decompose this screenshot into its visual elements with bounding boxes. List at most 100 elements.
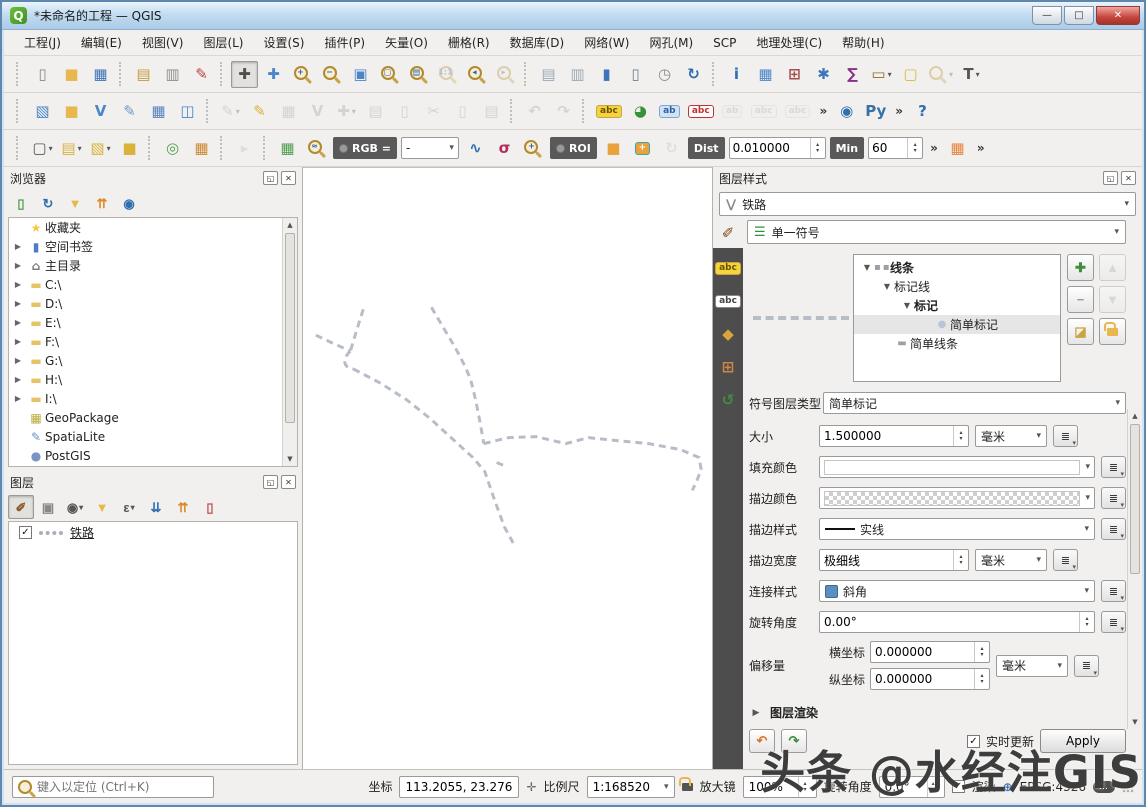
styling-scrollbar[interactable]: ▲ ▼ <box>1127 409 1142 729</box>
menu-item-3[interactable]: 图层(L) <box>193 30 253 55</box>
menu-item-9[interactable]: 网络(W) <box>574 30 639 55</box>
scp-zoom-tool[interactable]: ◎ <box>159 135 186 162</box>
fill-color-picker[interactable]: ▾ <box>819 456 1095 478</box>
labels-tab[interactable]: abc <box>715 258 741 278</box>
crs-label[interactable]: EPSG:4326 <box>1020 780 1086 794</box>
browser-item-I[interactable]: ▶ ▬ I:\ <box>9 389 297 408</box>
map-rotation-value[interactable] <box>884 779 927 794</box>
scp-band-calc[interactable]: ▦ <box>944 135 971 162</box>
scroll-thumb[interactable] <box>1130 424 1140 574</box>
filter-legend[interactable]: ▼ <box>89 495 115 519</box>
collapse-arrow-icon[interactable]: ▼ <box>900 301 914 310</box>
expand-all[interactable]: ⇊ <box>143 495 169 519</box>
size-data-defined-button[interactable]: ≣ <box>1053 425 1078 447</box>
menu-item-4[interactable]: 设置(S) <box>254 30 315 55</box>
select-by-location[interactable]: ■ <box>116 135 143 162</box>
offset-x-input[interactable]: ▴▾ <box>870 641 990 663</box>
rgb-preview[interactable]: ≈ <box>303 135 330 162</box>
browser-item-C[interactable]: ▶ ▬ C:\ <box>9 275 297 294</box>
expand-arrow-icon[interactable]: ▶ <box>9 394 27 403</box>
spectral-plot[interactable]: ∿ <box>462 135 489 162</box>
apply-button[interactable]: Apply <box>1040 729 1126 753</box>
show-layout-manager[interactable]: ▥ <box>159 61 186 88</box>
layer-checkbox[interactable]: ✓ <box>19 526 32 539</box>
minimize-button[interactable]: — <box>1032 6 1062 25</box>
rotation-input[interactable]: ▴▾ <box>819 611 1095 633</box>
pin-labels[interactable]: ab <box>656 98 683 125</box>
map-tips[interactable]: ▢ <box>897 61 924 88</box>
menu-item-5[interactable]: 插件(P) <box>314 30 375 55</box>
measure[interactable]: ▭ ▾ <box>868 61 895 88</box>
browser-properties[interactable]: ◉ <box>116 191 142 215</box>
browser-item-收藏夹[interactable]: ★ 收藏夹 <box>9 218 297 237</box>
styling-close-icon[interactable]: ✕ <box>1121 171 1136 185</box>
menu-item-2[interactable]: 视图(V) <box>132 30 194 55</box>
fill-color-data-defined-button[interactable]: ≣ <box>1101 456 1126 478</box>
identify-features[interactable]: i <box>723 61 750 88</box>
browser-filter[interactable]: ▼ <box>62 191 88 215</box>
symbol-tree-item-简单标记[interactable]: ● 简单标记 <box>854 315 1060 334</box>
help-contents[interactable]: ? <box>909 98 936 125</box>
pan-to-selection[interactable]: ✚ <box>260 61 287 88</box>
new-shapefile-layer[interactable]: V <box>87 98 114 125</box>
menu-item-12[interactable]: 地理处理(C) <box>746 30 832 55</box>
expand-arrow-icon[interactable]: ▶ <box>9 242 27 251</box>
expand-arrow-icon[interactable]: ▶ <box>9 356 27 365</box>
browser-item-GeoPackage[interactable]: ▦ GeoPackage <box>9 408 297 427</box>
browser-scrollbar[interactable]: ▲ ▼ <box>282 218 297 466</box>
magnifier-value[interactable] <box>748 779 799 794</box>
stroke-width-value[interactable] <box>820 553 953 567</box>
band-set[interactable]: ▦ <box>274 135 301 162</box>
spin-buttons[interactable]: ▴ ▾ <box>926 776 939 797</box>
styling-layer-combo[interactable]: ⋁ 铁路 ▾ <box>719 192 1136 216</box>
roi-dist-input-value[interactable] <box>729 141 810 155</box>
python-console[interactable]: Py <box>862 98 889 125</box>
zoom-to-layer[interactable]: ▤ <box>405 61 432 88</box>
browser-refresh[interactable]: ↻ <box>35 191 61 215</box>
zoom-full-extent[interactable]: ▣ <box>347 61 374 88</box>
stroke-style-data-defined-button[interactable]: ≣ <box>1101 518 1126 540</box>
resize-grip[interactable] <box>1122 780 1134 793</box>
offset-x-value[interactable] <box>871 645 974 659</box>
expand-arrow-icon[interactable]: ▶ <box>9 318 27 327</box>
magnifier-spin[interactable]: ▴▾ <box>742 775 817 798</box>
new-geopackage-layer[interactable]: ◫ <box>174 98 201 125</box>
roi-create[interactable]: + <box>629 135 656 162</box>
new-spatial-bookmark[interactable]: ▮ <box>593 61 620 88</box>
join-style-data-defined-button[interactable]: ≣ <box>1101 580 1126 602</box>
scroll-down-icon[interactable]: ▼ <box>283 452 297 466</box>
scroll-up-icon[interactable]: ▲ <box>283 218 297 232</box>
zoom-last[interactable]: ◂ <box>463 61 490 88</box>
menu-item-10[interactable]: 网孔(M) <box>639 30 703 55</box>
new-print-layout[interactable]: ▤ <box>130 61 157 88</box>
size-value[interactable] <box>820 429 953 443</box>
size-unit-combo[interactable]: 毫米 ▾ <box>975 425 1047 447</box>
new-map-view[interactable]: ▤ <box>535 61 562 88</box>
symbol-tree-item-线条[interactable]: ▼ ▪▪ 线条 <box>854 258 1060 277</box>
join-style-combo[interactable]: 斜角 ▾ <box>819 580 1095 602</box>
live-update-checkbox[interactable]: ✓ <box>966 734 980 748</box>
spin-buttons[interactable]: ▴ ▾ <box>974 669 989 689</box>
spin-buttons[interactable]: ▴ ▾ <box>798 776 810 797</box>
layers-close-icon[interactable]: ✕ <box>281 475 296 489</box>
layer-diagram[interactable]: ◕ <box>627 98 654 125</box>
collapse-arrow-icon[interactable]: ▼ <box>880 282 894 291</box>
rgb-band-combo[interactable]: - ▾ <box>400 137 459 159</box>
style-manager[interactable]: ✎ <box>188 61 215 88</box>
spin-buttons[interactable]: ▴ ▾ <box>1079 612 1094 632</box>
offset-data-defined-button[interactable]: ≣ <box>1074 654 1099 677</box>
browser-item-D[interactable]: ▶ ▬ D:\ <box>9 294 297 313</box>
locator-search[interactable] <box>12 775 214 798</box>
styling-float-button[interactable]: ◱ <box>1103 171 1118 185</box>
menu-item-6[interactable]: 矢量(O) <box>375 30 438 55</box>
roi-min-input[interactable]: ▴▾ <box>868 137 924 159</box>
style-undo-button[interactable]: ↶ <box>749 729 775 753</box>
layer-item[interactable]: ✓ 铁路 <box>9 522 297 543</box>
toolbar-overflow-button[interactable]: » <box>814 104 832 118</box>
scale-combo[interactable]: ▾ <box>586 775 675 798</box>
menu-item-1[interactable]: 编辑(E) <box>71 30 132 55</box>
field-calculator[interactable]: ⊞ <box>781 61 808 88</box>
rotation-data-defined-button[interactable]: ≣ <box>1101 611 1126 633</box>
processing-toolbox[interactable]: ✱ <box>810 61 837 88</box>
statistics-panel[interactable]: ∑ <box>839 61 866 88</box>
